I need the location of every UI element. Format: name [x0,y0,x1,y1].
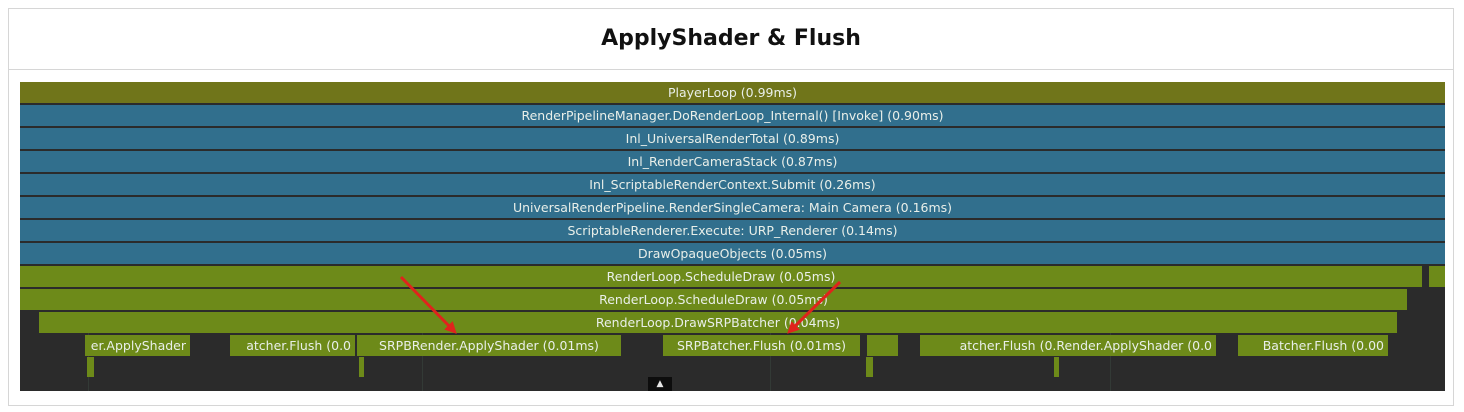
sample-bar-playerloop[interactable]: PlayerLoop (0.99ms) [20,82,1445,103]
sample-bar-dorenderloop[interactable]: RenderPipelineManager.DoRenderLoop_Inter… [20,105,1445,126]
sample-tick[interactable] [87,357,94,377]
page-title: ApplyShader & Flush [9,9,1453,70]
sample-bar-context-submit[interactable]: Inl_ScriptableRenderContext.Submit (0.26… [20,174,1445,195]
sample-bar-flush[interactable]: Batcher.Flush (0.00 [1238,335,1388,356]
sample-bar-small[interactable] [867,335,898,356]
sample-bar-universalrendertotal[interactable]: Inl_UniversalRenderTotal (0.89ms) [20,128,1445,149]
sample-bar-renderer-execute[interactable]: ScriptableRenderer.Execute: URP_Renderer… [20,220,1445,241]
triangle-up-icon[interactable]: ▲ [648,377,672,391]
sample-bar-scheduledraw[interactable]: RenderLoop.ScheduleDraw (0.05ms) [20,289,1407,310]
sample-bar-rendercamerastack[interactable]: Inl_RenderCameraStack (0.87ms) [20,151,1445,172]
sample-tick[interactable] [866,357,873,377]
sample-bar-rendersinglecamera[interactable]: UniversalRenderPipeline.RenderSingleCame… [20,197,1445,218]
sample-bar-flush-applyshader[interactable]: atcher.Flush (0.Render.ApplyShader (0.0 [920,335,1216,356]
sample-bar-scheduledraw[interactable]: RenderLoop.ScheduleDraw (0.05ms) [20,266,1422,287]
sample-bar-drawsrpbatcher[interactable]: RenderLoop.DrawSRPBatcher (0.04ms) [39,312,1397,333]
sample-tick[interactable] [359,357,364,377]
sample-bar-flush[interactable]: atcher.Flush (0.0 [230,335,355,356]
sample-bar-small[interactable] [1429,266,1445,287]
sample-bar-drawopaqueobjects[interactable]: DrawOpaqueObjects (0.05ms) [20,243,1445,264]
sample-bar-applyshader[interactable]: er.ApplyShader [85,335,190,356]
sample-bar-applyshader[interactable]: SRPBRender.ApplyShader (0.01ms) [357,335,621,356]
profiler-timeline[interactable]: PlayerLoop (0.99ms) RenderPipelineManage… [20,82,1445,391]
sample-bar-flush[interactable]: SRPBatcher.Flush (0.01ms) [663,335,860,356]
sample-tick[interactable] [1054,357,1059,377]
